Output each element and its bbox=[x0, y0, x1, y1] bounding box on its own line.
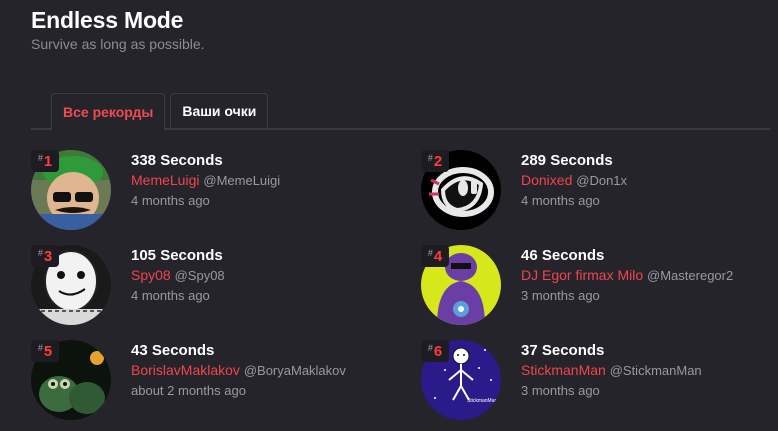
page-header: Endless Mode Survive as long as possible… bbox=[31, 6, 205, 53]
page-subtitle: Survive as long as possible. bbox=[31, 36, 205, 52]
leaderboard-entry[interactable]: # 3 105 Seconds Spy08 @Spy08 4 months ag… bbox=[31, 245, 391, 330]
rank-badge: # 4 bbox=[421, 245, 449, 267]
rank-number: 2 bbox=[433, 152, 443, 170]
leaderboard-entry[interactable]: # 5 43 Seconds BorislavMaklakov @BoryaMa… bbox=[31, 340, 391, 425]
entry-info: 289 Seconds Donixed @Don1x 4 months ago bbox=[521, 151, 627, 211]
rank-badge: # 5 bbox=[31, 340, 59, 362]
entry-score: 289 Seconds bbox=[521, 152, 613, 169]
rank-badge: # 1 bbox=[31, 150, 59, 172]
rank-number: 4 bbox=[433, 247, 443, 265]
player-name-link[interactable]: StickmanMan bbox=[521, 362, 606, 378]
player-name-link[interactable]: Spy08 bbox=[131, 267, 171, 283]
entry-time: 4 months ago bbox=[131, 193, 210, 208]
tab-your-scores[interactable]: Ваши очки bbox=[170, 93, 269, 128]
rank-number: 1 bbox=[43, 152, 53, 170]
player-name-link[interactable]: BorislavMaklakov bbox=[131, 362, 240, 378]
entry-score: 105 Seconds bbox=[131, 247, 223, 264]
entry-score: 338 Seconds bbox=[131, 152, 223, 169]
entry-time: 3 months ago bbox=[521, 288, 600, 303]
entry-score: 43 Seconds bbox=[131, 342, 215, 359]
entry-info: 105 Seconds Spy08 @Spy08 4 months ago bbox=[131, 246, 225, 306]
rank-number: 6 bbox=[433, 342, 443, 360]
rank-number: 3 bbox=[43, 247, 53, 265]
leaderboard-entry[interactable]: StickmanMan # 6 37 Seconds StickmanMan @… bbox=[421, 340, 778, 425]
entry-info: 43 Seconds BorislavMaklakov @BoryaMaklak… bbox=[131, 341, 346, 401]
entry-info: 46 Seconds DJ Egor firmax Milo @Mastereg… bbox=[521, 246, 733, 306]
leaderboard-entry[interactable]: # 4 46 Seconds DJ Egor firmax Milo @Mast… bbox=[421, 245, 778, 330]
avatar-caption: StickmanMan bbox=[467, 398, 498, 404]
entry-info: 338 Seconds MemeLuigi @MemeLuigi 4 month… bbox=[131, 151, 280, 211]
player-handle: @Spy08 bbox=[174, 268, 225, 283]
player-handle: @Don1x bbox=[576, 173, 628, 188]
player-name-link[interactable]: Donixed bbox=[521, 172, 572, 188]
rank-badge: # 6 bbox=[421, 340, 449, 362]
leaderboard-tabs: Все рекорды Ваши очки bbox=[51, 93, 269, 130]
leaderboard-entry[interactable]: # 2 289 Seconds Donixed @Don1x 4 months … bbox=[421, 150, 778, 235]
entry-time: about 2 months ago bbox=[131, 383, 246, 398]
entry-time: 4 months ago bbox=[131, 288, 210, 303]
entry-info: 37 Seconds StickmanMan @StickmanMan 3 mo… bbox=[521, 341, 702, 401]
player-name-link[interactable]: MemeLuigi bbox=[131, 172, 199, 188]
player-handle: @MemeLuigi bbox=[203, 173, 281, 188]
player-handle: @StickmanMan bbox=[609, 363, 702, 378]
entry-score: 46 Seconds bbox=[521, 247, 605, 264]
entry-score: 37 Seconds bbox=[521, 342, 605, 359]
entry-time: 3 months ago bbox=[521, 383, 600, 398]
player-handle: @BoryaMaklakov bbox=[243, 363, 346, 378]
rank-badge: # 3 bbox=[31, 245, 59, 267]
player-handle: @Masteregor2 bbox=[647, 268, 734, 283]
player-name-link[interactable]: DJ Egor firmax Milo bbox=[521, 267, 643, 283]
rank-number: 5 bbox=[43, 342, 53, 360]
rank-badge: # 2 bbox=[421, 150, 449, 172]
leaderboard-entry[interactable]: # 1 338 Seconds MemeLuigi @MemeLuigi 4 m… bbox=[31, 150, 391, 235]
entry-time: 4 months ago bbox=[521, 193, 600, 208]
page-title: Endless Mode bbox=[31, 7, 184, 33]
tab-all-records[interactable]: Все рекорды bbox=[51, 93, 166, 130]
